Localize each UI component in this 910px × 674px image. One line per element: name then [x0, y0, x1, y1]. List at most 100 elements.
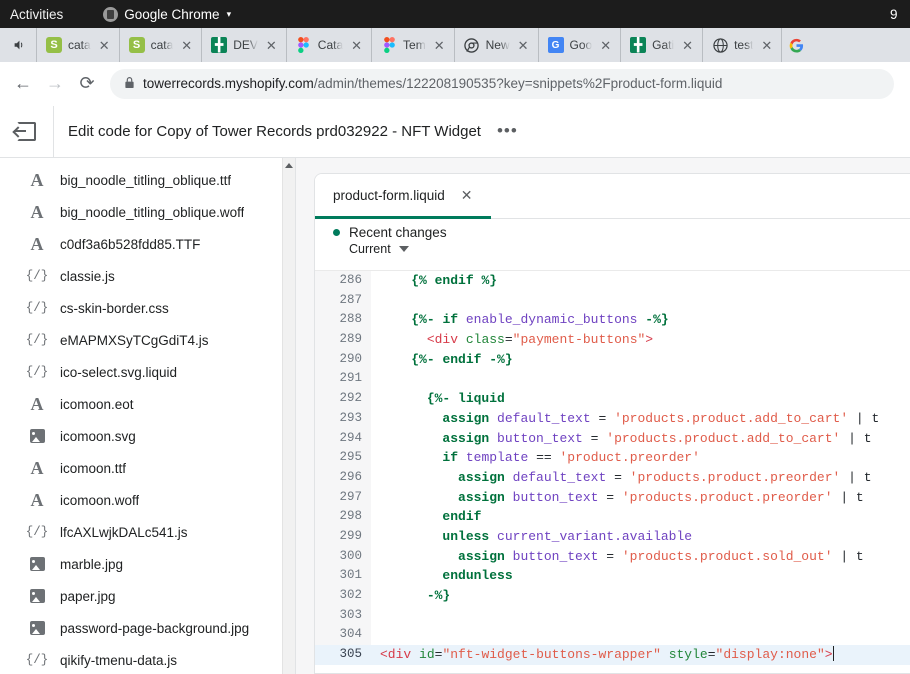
- code-line[interactable]: 302 -%}: [315, 586, 910, 606]
- code-line[interactable]: 299 unless current_variant.available: [315, 527, 910, 547]
- code-line-active[interactable]: 305<div id="nft-widget-buttons-wrapper" …: [315, 645, 910, 665]
- code-line[interactable]: 296 assign default_text = 'products.prod…: [315, 468, 910, 488]
- file-list-item[interactable]: password-page-background.jpg: [0, 612, 295, 644]
- reload-button[interactable]: ⟳: [72, 69, 102, 99]
- file-list-item[interactable]: Ac0df3a6b528fdd85.TTF: [0, 228, 295, 260]
- line-number: 294: [315, 429, 371, 449]
- close-icon[interactable]: ✕: [432, 37, 447, 54]
- exit-code-editor-icon[interactable]: [0, 106, 54, 158]
- code-line-text: -%}: [371, 586, 910, 606]
- code-line[interactable]: 304: [315, 625, 910, 645]
- file-list-item[interactable]: Abig_noodle_titling_oblique.woff: [0, 196, 295, 228]
- file-browser-sidebar: Abig_noodle_titling_oblique.ttfAbig_nood…: [0, 158, 296, 674]
- active-app-menu[interactable]: Google Chrome ▾: [103, 7, 231, 22]
- file-list-item[interactable]: {/}cs-skin-border.css: [0, 292, 295, 324]
- file-list-item[interactable]: {/}ico-select.svg.liquid: [0, 356, 295, 388]
- browser-tab[interactable]: S cata ✕: [119, 28, 202, 62]
- file-name: eMAPMXSyTCgGdiT4.js: [60, 333, 209, 348]
- scroll-up-arrow-icon[interactable]: [285, 163, 293, 168]
- code-line[interactable]: 295 if template == 'product.preorder': [315, 448, 910, 468]
- editor-tab-product-form[interactable]: product-form.liquid ✕: [315, 174, 491, 219]
- close-icon[interactable]: ✕: [598, 37, 613, 54]
- speaker-icon[interactable]: [2, 28, 36, 62]
- browser-tab[interactable]: Tem ✕: [371, 28, 454, 62]
- close-icon[interactable]: ✕: [97, 37, 112, 54]
- close-icon[interactable]: ✕: [516, 37, 531, 54]
- shopify-icon: S: [129, 37, 145, 53]
- file-list-item[interactable]: {/}eMAPMXSyTCgGdiT4.js: [0, 324, 295, 356]
- file-name: c0df3a6b528fdd85.TTF: [60, 237, 200, 252]
- file-name: icomoon.svg: [60, 429, 136, 444]
- file-name: icomoon.ttf: [60, 461, 126, 476]
- tab-title: Goo: [570, 38, 593, 52]
- tab-title: cata: [151, 38, 174, 52]
- file-list-item[interactable]: Aicomoon.woff: [0, 484, 295, 516]
- code-editor-content[interactable]: 286 {% endif %}287288 {%- if enable_dyna…: [315, 271, 910, 665]
- close-icon[interactable]: ✕: [179, 37, 194, 54]
- file-list-item[interactable]: {/}classie.js: [0, 260, 295, 292]
- forward-button[interactable]: →: [40, 69, 70, 99]
- file-list-item[interactable]: {/}lfcAXLwjkDALc541.js: [0, 516, 295, 548]
- file-list-item[interactable]: paper.jpg: [0, 580, 295, 612]
- browser-tab[interactable]: Cata ✕: [286, 28, 371, 62]
- recent-changes-row: Recent changes: [333, 225, 910, 240]
- code-editor-header: Edit code for Copy of Tower Records prd0…: [0, 106, 910, 158]
- line-number: 287: [315, 291, 371, 311]
- file-list-item[interactable]: {/}qikify-tmenu-data.js: [0, 644, 295, 674]
- browser-tab[interactable]: S cata ✕: [36, 28, 119, 62]
- file-name: password-page-background.jpg: [60, 621, 249, 636]
- file-name: marble.jpg: [60, 557, 123, 572]
- code-line[interactable]: 289 <div class="payment-buttons">: [315, 330, 910, 350]
- file-name: icomoon.woff: [60, 493, 139, 508]
- code-line[interactable]: 292 {%- liquid: [315, 389, 910, 409]
- code-file-icon: {/}: [28, 653, 46, 667]
- file-list-item[interactable]: Aicomoon.ttf: [0, 452, 295, 484]
- editor-card: product-form.liquid ✕ Recent changes Cur…: [314, 173, 910, 674]
- code-line[interactable]: 301 endunless: [315, 566, 910, 586]
- code-line[interactable]: 298 endif: [315, 507, 910, 527]
- tab-title: Cata: [318, 38, 343, 52]
- browser-tab-partial[interactable]: [781, 28, 810, 62]
- tab-title: Tem: [403, 38, 426, 52]
- code-line-text: <div id="nft-widget-buttons-wrapper" sty…: [371, 645, 910, 665]
- system-clock[interactable]: 9: [890, 0, 908, 28]
- activities-button[interactable]: Activities: [10, 7, 63, 22]
- tab-title: cata: [68, 38, 91, 52]
- figma-icon: [381, 37, 397, 53]
- close-icon[interactable]: ✕: [680, 37, 695, 54]
- browser-tab[interactable]: test ✕: [702, 28, 781, 62]
- version-select[interactable]: Current: [349, 242, 910, 256]
- close-icon[interactable]: ✕: [349, 37, 364, 54]
- browser-tab[interactable]: New ✕: [454, 28, 538, 62]
- code-line[interactable]: 290 {%- endif -%}: [315, 350, 910, 370]
- code-line[interactable]: 291: [315, 369, 910, 389]
- file-list-item[interactable]: marble.jpg: [0, 548, 295, 580]
- close-icon[interactable]: ✕: [264, 37, 279, 54]
- file-list-item[interactable]: Abig_noodle_titling_oblique.ttf: [0, 164, 295, 196]
- sidebar-scrollbar[interactable]: [282, 158, 295, 674]
- code-line[interactable]: 303: [315, 606, 910, 626]
- code-file-icon: {/}: [28, 269, 46, 283]
- browser-tab[interactable]: G Goo ✕: [538, 28, 621, 62]
- code-line[interactable]: 300 assign button_text = 'products.produ…: [315, 547, 910, 567]
- address-bar[interactable]: towerrecords.myshopify.com/admin/themes/…: [110, 69, 894, 99]
- code-line[interactable]: 294 assign button_text = 'products.produ…: [315, 429, 910, 449]
- file-list-item[interactable]: icomoon.svg: [0, 420, 295, 452]
- code-line[interactable]: 297 assign button_text = 'products.produ…: [315, 488, 910, 508]
- browser-tab[interactable]: ╋ Gati ✕: [620, 28, 702, 62]
- close-icon[interactable]: ✕: [759, 37, 774, 54]
- line-number: 298: [315, 507, 371, 527]
- code-line[interactable]: 286 {% endif %}: [315, 271, 910, 291]
- browser-tab[interactable]: ╋ DEV ✕: [201, 28, 286, 62]
- code-line[interactable]: 288 {%- if enable_dynamic_buttons -%}: [315, 310, 910, 330]
- back-button[interactable]: ←: [8, 69, 38, 99]
- code-line[interactable]: 293 assign default_text = 'products.prod…: [315, 409, 910, 429]
- close-icon[interactable]: ✕: [461, 187, 473, 204]
- code-line[interactable]: 287: [315, 291, 910, 311]
- browser-toolbar: ← → ⟳ towerrecords.myshopify.com/admin/t…: [0, 62, 910, 106]
- file-list-item[interactable]: Aicomoon.eot: [0, 388, 295, 420]
- image-file-icon: [28, 557, 46, 571]
- line-number: 303: [315, 606, 371, 626]
- more-actions-button[interactable]: •••: [497, 126, 518, 136]
- google-translate-icon: G: [548, 37, 564, 53]
